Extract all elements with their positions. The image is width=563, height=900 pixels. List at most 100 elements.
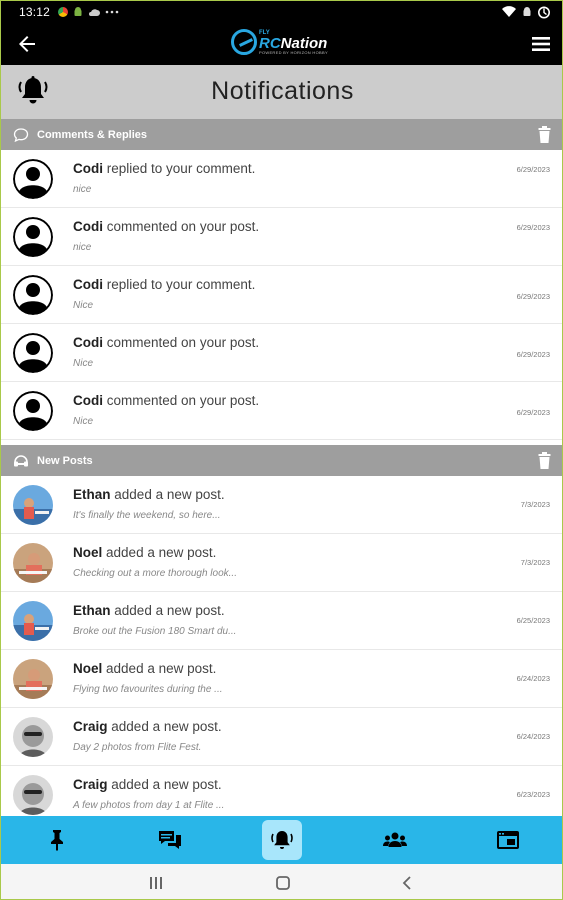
app-bar: FLY RCNation POWERED BY HORIZON HOBBY — [1, 23, 562, 65]
notification-text: Ethan added a new post. — [73, 603, 225, 618]
section-title: Comments & Replies — [37, 128, 148, 141]
notification-row[interactable]: Noel added a new post. Flying two favouri… — [1, 650, 562, 708]
page-header: Notifications — [1, 65, 562, 119]
tab-groups[interactable] — [339, 816, 452, 864]
avatar[interactable] — [13, 717, 53, 757]
wifi-icon — [502, 6, 516, 18]
notification-row[interactable]: Codi commented on your post. Nice 6/29/202… — [1, 324, 562, 382]
tab-browser[interactable] — [451, 816, 562, 864]
notification-preview: Flying two favourites during the ... — [73, 684, 223, 695]
default-user-avatar-icon[interactable] — [13, 391, 53, 431]
notification-user-name[interactable]: Noel — [73, 545, 102, 560]
notification-action: replied to your comment. — [106, 277, 256, 292]
section-header-comments: Comments & Replies — [1, 119, 562, 150]
notification-user-name[interactable]: Codi — [73, 393, 103, 408]
notification-row[interactable]: Codi commented on your post. Nice 6/29/202… — [1, 382, 562, 440]
notification-user-name[interactable]: Codi — [73, 277, 103, 292]
notification-date: 6/29/2023 — [516, 408, 550, 417]
notification-date: 7/3/2023 — [520, 558, 550, 567]
status-bar: 13:12 — [1, 1, 562, 23]
notification-row[interactable]: Codi replied to your comment. Nice 6/29/20… — [1, 266, 562, 324]
notification-action: added a new post. — [111, 777, 222, 792]
logo-brand: RCNation — [259, 36, 328, 51]
default-user-avatar-icon[interactable] — [13, 333, 53, 373]
notification-user-name[interactable]: Codi — [73, 335, 103, 350]
chat-icon — [158, 831, 181, 849]
new-posts-list: Ethan added a new post. It's finally the … — [1, 476, 562, 824]
android-icon — [523, 7, 531, 16]
more-dots-icon — [105, 10, 119, 14]
trash-icon[interactable] — [538, 452, 551, 469]
avatar[interactable] — [13, 485, 53, 525]
notification-date: 6/23/2023 — [516, 790, 550, 799]
headset-icon — [14, 454, 28, 466]
default-user-avatar-icon[interactable] — [13, 275, 53, 315]
status-time: 13:12 — [19, 5, 51, 19]
notification-row[interactable]: Ethan added a new post. It's finally the … — [1, 476, 562, 534]
notification-user-name[interactable]: Codi — [73, 161, 103, 176]
page-title: Notifications — [211, 77, 354, 105]
section-header-new-posts: New Posts — [1, 445, 562, 476]
recent-apps-icon[interactable] — [147, 874, 165, 892]
notification-text: Noel added a new post. — [73, 545, 216, 560]
notification-user-name[interactable]: Noel — [73, 661, 102, 676]
comments-list: Codi replied to your comment. nice 6/29/20… — [1, 150, 562, 440]
logo-ring-icon — [231, 29, 257, 55]
bottom-tab-bar — [1, 816, 562, 864]
notification-action: commented on your post. — [106, 219, 260, 234]
cloud-icon — [89, 8, 101, 16]
notification-row[interactable]: Craig added a new post. Day 2 photos from… — [1, 708, 562, 766]
tab-notifications[interactable] — [226, 816, 339, 864]
notification-preview: nice — [73, 184, 92, 195]
notification-row[interactable]: Ethan added a new post. Broke out the Fus… — [1, 592, 562, 650]
notification-text: Ethan added a new post. — [73, 487, 225, 502]
notification-preview: It's finally the weekend, so here... — [73, 510, 221, 521]
back-arrow-icon[interactable] — [15, 32, 39, 56]
notification-preview: A few photos from day 1 at Flite ... — [73, 800, 225, 811]
notification-preview: Broke out the Fusion 180 Smart du... — [73, 626, 237, 637]
notification-date: 6/29/2023 — [516, 223, 550, 232]
group-icon — [383, 832, 408, 847]
logo-tagline: POWERED BY HORIZON HOBBY — [259, 49, 328, 55]
system-navigation-bar — [1, 864, 562, 899]
notification-text: Craig added a new post. — [73, 777, 222, 792]
hamburger-menu-icon[interactable] — [530, 33, 552, 55]
notification-text: Codi replied to your comment. — [73, 161, 255, 176]
avatar[interactable] — [13, 775, 53, 815]
browser-icon — [496, 831, 519, 849]
notification-action: commented on your post. — [106, 335, 260, 350]
notification-row[interactable]: Codi commented on your post. nice 6/29/202… — [1, 208, 562, 266]
notification-user-name[interactable]: Codi — [73, 219, 103, 234]
notification-text: Noel added a new post. — [73, 661, 216, 676]
notification-date: 6/24/2023 — [516, 732, 550, 741]
notification-user-name[interactable]: Ethan — [73, 603, 111, 618]
trash-icon[interactable] — [538, 126, 551, 143]
battery-icon — [538, 6, 550, 18]
app-logo: FLY RCNation POWERED BY HORIZON HOBBY — [231, 29, 328, 55]
avatar[interactable] — [13, 659, 53, 699]
notification-preview: Nice — [73, 300, 94, 311]
home-icon[interactable] — [274, 874, 292, 892]
notification-preview: Nice — [73, 358, 94, 369]
notification-preview: Checking out a more thorough look... — [73, 568, 237, 579]
back-nav-icon[interactable] — [399, 874, 417, 892]
avatar[interactable] — [13, 601, 53, 641]
notification-date: 6/29/2023 — [516, 292, 550, 301]
notification-user-name[interactable]: Craig — [73, 777, 108, 792]
notification-preview: Nice — [73, 416, 94, 427]
notification-date: 6/24/2023 — [516, 674, 550, 683]
notification-row[interactable]: Noel added a new post. Checking out a mor… — [1, 534, 562, 592]
app-frame: 13:12 FLY RCNation POWERED BY HORIZON HO… — [0, 0, 563, 900]
tab-chat[interactable] — [114, 816, 227, 864]
notification-row[interactable]: Codi replied to your comment. nice 6/29/20… — [1, 150, 562, 208]
android-icon — [74, 7, 82, 16]
notification-text: Craig added a new post. — [73, 719, 222, 734]
default-user-avatar-icon[interactable] — [13, 217, 53, 257]
notification-user-name[interactable]: Ethan — [73, 487, 111, 502]
avatar[interactable] — [13, 543, 53, 583]
notification-user-name[interactable]: Craig — [73, 719, 108, 734]
notification-action: replied to your comment. — [106, 161, 256, 176]
tab-pinned[interactable] — [1, 816, 114, 864]
default-user-avatar-icon[interactable] — [13, 159, 53, 199]
chrome-icon — [58, 7, 69, 17]
